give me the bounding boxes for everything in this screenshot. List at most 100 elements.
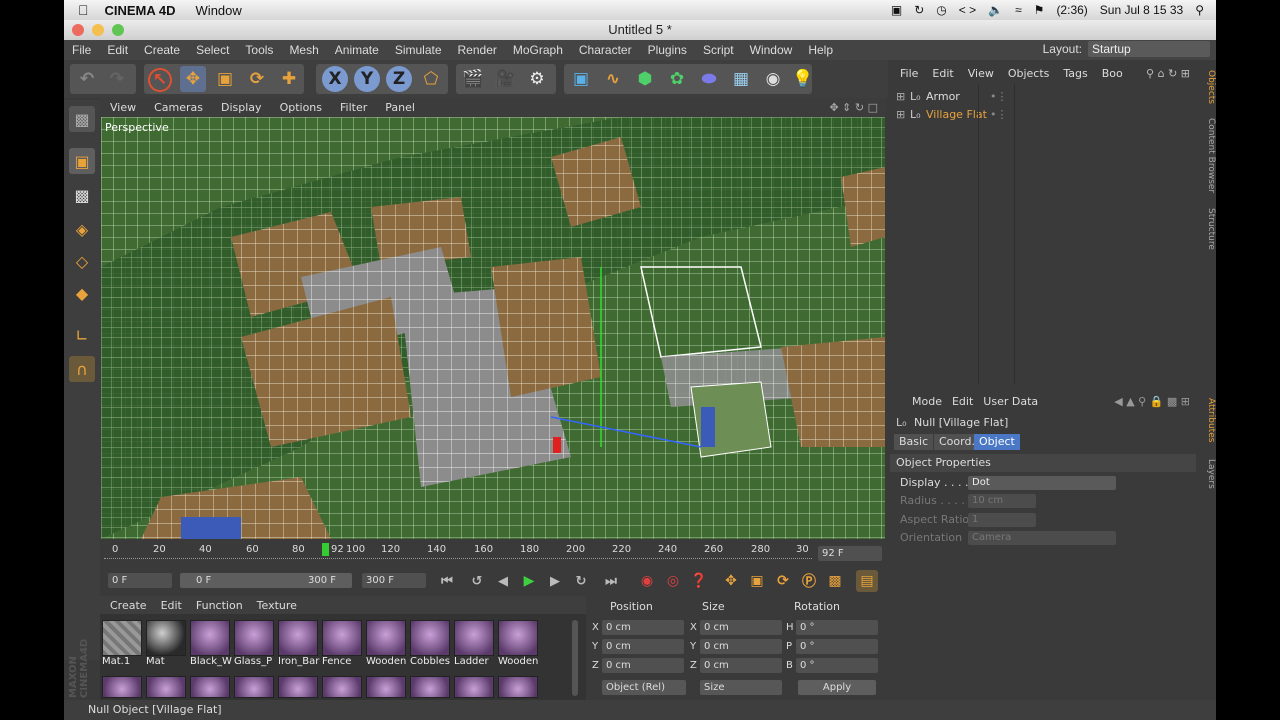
layout-dropdown[interactable]: Startup bbox=[1088, 41, 1210, 57]
rotation-b-field[interactable]: 0 ° bbox=[796, 658, 878, 673]
visibility-dots-icon[interactable]: •⋮ bbox=[990, 108, 1008, 121]
rotation-p-field[interactable]: 0 ° bbox=[796, 639, 878, 654]
attr-menu-edit[interactable]: Edit bbox=[952, 395, 973, 408]
polygons-mode-icon[interactable]: ◆ bbox=[69, 280, 95, 306]
material-swatch-mat1[interactable] bbox=[102, 620, 142, 656]
menu-help[interactable]: Help bbox=[808, 43, 833, 57]
3d-viewport[interactable]: Perspective bbox=[101, 117, 885, 539]
menu-edit[interactable]: Edit bbox=[107, 43, 128, 57]
move-tool-icon[interactable]: ✥ bbox=[180, 66, 206, 92]
edges-mode-icon[interactable]: ◇ bbox=[69, 248, 95, 274]
mat-menu-texture[interactable]: Texture bbox=[257, 599, 297, 612]
menu-script[interactable]: Script bbox=[703, 43, 734, 57]
menu-character[interactable]: Character bbox=[579, 43, 632, 57]
generator-icon[interactable]: ⬢ bbox=[632, 66, 658, 92]
spline-icon[interactable]: ∿ bbox=[600, 66, 626, 92]
arrows-icon[interactable]: < > bbox=[959, 3, 976, 17]
material-swatch-row2[interactable] bbox=[322, 676, 362, 698]
redo-icon[interactable]: ↷ bbox=[104, 66, 130, 92]
material-swatch-wooden-2[interactable] bbox=[498, 620, 538, 656]
playhead[interactable] bbox=[322, 543, 329, 556]
light-icon[interactable]: 💡 bbox=[790, 66, 816, 92]
material-swatch-row2[interactable] bbox=[498, 676, 538, 698]
key-scale-icon[interactable]: ▣ bbox=[746, 570, 768, 592]
scheme-icon[interactable]: ▤ bbox=[856, 570, 878, 592]
scale-tool-icon[interactable]: ▣ bbox=[212, 66, 238, 92]
y-axis-lock-button[interactable]: Y bbox=[354, 66, 380, 92]
next-frame-icon[interactable]: ▶ bbox=[544, 570, 566, 592]
obj-menu-edit[interactable]: Edit bbox=[932, 67, 953, 80]
menu-file[interactable]: File bbox=[72, 43, 91, 57]
mat-menu-function[interactable]: Function bbox=[196, 599, 243, 612]
model-mode-icon[interactable]: ▣ bbox=[69, 148, 95, 174]
live-selection-icon[interactable]: ↖ bbox=[148, 68, 172, 92]
apply-button[interactable]: Apply bbox=[798, 680, 876, 695]
snap-icon[interactable]: ∩ bbox=[69, 356, 95, 382]
make-editable-icon[interactable]: ▩ bbox=[69, 106, 95, 132]
viewport-menu-view[interactable]: View bbox=[110, 101, 136, 114]
x-axis-lock-button[interactable]: X bbox=[322, 66, 348, 92]
display-dropdown[interactable]: Dot bbox=[968, 476, 1116, 490]
menu-mesh[interactable]: Mesh bbox=[289, 43, 318, 57]
camera-icon[interactable]: ▣ bbox=[891, 3, 902, 17]
mac-window-menu[interactable]: Window bbox=[196, 3, 242, 18]
material-swatch-row2[interactable] bbox=[410, 676, 450, 698]
obj-menu-file[interactable]: File bbox=[900, 67, 918, 80]
timeline-ruler[interactable]: 0 20 40 60 80 92 100 120 140 160 180 200… bbox=[100, 540, 886, 570]
position-y-field[interactable]: 0 cm bbox=[602, 639, 684, 654]
menu-select[interactable]: Select bbox=[196, 43, 229, 57]
flag-icon[interactable]: ⚑ bbox=[1034, 3, 1045, 17]
size-z-field[interactable]: 0 cm bbox=[700, 658, 782, 673]
radius-field[interactable]: 10 cm bbox=[968, 494, 1036, 508]
prev-key-icon[interactable]: ↺ bbox=[466, 570, 488, 592]
go-to-start-icon[interactable]: ⏮ bbox=[436, 570, 458, 592]
material-swatch-row2[interactable] bbox=[190, 676, 230, 698]
obj-menu-bookmarks[interactable]: Boo bbox=[1102, 67, 1123, 80]
expand-icon[interactable]: ⊞ bbox=[896, 108, 905, 121]
object-manager-tools-icon[interactable]: ⚲ ⌂ ↻ ⊞ bbox=[1146, 67, 1190, 80]
next-key-icon[interactable]: ↻ bbox=[570, 570, 592, 592]
menu-mograph[interactable]: MoGraph bbox=[513, 43, 563, 57]
rotation-h-field[interactable]: 0 ° bbox=[796, 620, 878, 635]
side-tab-structure[interactable]: Structure bbox=[1198, 204, 1216, 254]
attr-menu-user-data[interactable]: User Data bbox=[983, 395, 1038, 408]
material-swatch-fence[interactable] bbox=[322, 620, 362, 656]
material-swatch-row2[interactable] bbox=[366, 676, 406, 698]
battery-status[interactable]: (2:36) bbox=[1056, 3, 1087, 17]
menu-tools[interactable]: Tools bbox=[245, 43, 273, 57]
end-frame-field[interactable]: 300 F bbox=[362, 573, 426, 588]
z-axis-lock-button[interactable]: Z bbox=[386, 66, 412, 92]
mat-menu-create[interactable]: Create bbox=[110, 599, 147, 612]
mat-menu-edit[interactable]: Edit bbox=[161, 599, 182, 612]
material-scrollbar[interactable] bbox=[572, 620, 578, 696]
coordinate-mode-dropdown[interactable]: Object (Rel) bbox=[602, 680, 686, 695]
obj-menu-objects[interactable]: Objects bbox=[1008, 67, 1050, 80]
material-swatch-row2[interactable] bbox=[102, 676, 142, 698]
floor-icon[interactable]: ▦ bbox=[728, 66, 754, 92]
play-icon[interactable]: ▶ bbox=[518, 570, 540, 592]
attr-menu-mode[interactable]: Mode bbox=[912, 395, 942, 408]
aspect-ratio-field[interactable]: 1 bbox=[968, 513, 1036, 527]
visibility-dots-icon[interactable]: •⋮ bbox=[990, 90, 1008, 103]
spotlight-icon[interactable]: ⚲ bbox=[1195, 3, 1204, 17]
volume-icon[interactable]: 🔈 bbox=[988, 3, 1003, 17]
side-tab-content-browser[interactable]: Content Browser bbox=[1198, 116, 1216, 196]
material-swatch-ladder[interactable] bbox=[454, 620, 494, 656]
rotate-tool-icon[interactable]: ⟳ bbox=[244, 66, 270, 92]
menu-plugins[interactable]: Plugins bbox=[648, 43, 687, 57]
render-view-icon[interactable]: 🎬 bbox=[460, 66, 486, 92]
camera-object-icon[interactable]: ◉ bbox=[760, 66, 786, 92]
side-tab-layers[interactable]: Layers bbox=[1198, 456, 1216, 492]
viewport-menu-filter[interactable]: Filter bbox=[340, 101, 367, 114]
viewport-menu-cameras[interactable]: Cameras bbox=[154, 101, 203, 114]
range-slider[interactable]: 0 F 300 F bbox=[180, 573, 352, 588]
app-name-menu[interactable]: CINEMA 4D bbox=[105, 3, 176, 18]
position-x-field[interactable]: 0 cm bbox=[602, 620, 684, 635]
go-to-end-icon[interactable]: ⏭ bbox=[600, 570, 622, 592]
viewport-nav-icons[interactable]: ✥ ⇕ ↻ □ bbox=[829, 101, 878, 114]
zoom-window-button[interactable] bbox=[112, 24, 124, 36]
minimize-window-button[interactable] bbox=[92, 24, 104, 36]
viewport-menu-display[interactable]: Display bbox=[221, 101, 262, 114]
material-swatch-iron-bar[interactable] bbox=[278, 620, 318, 656]
current-frame-field[interactable]: 92 F bbox=[818, 546, 882, 561]
